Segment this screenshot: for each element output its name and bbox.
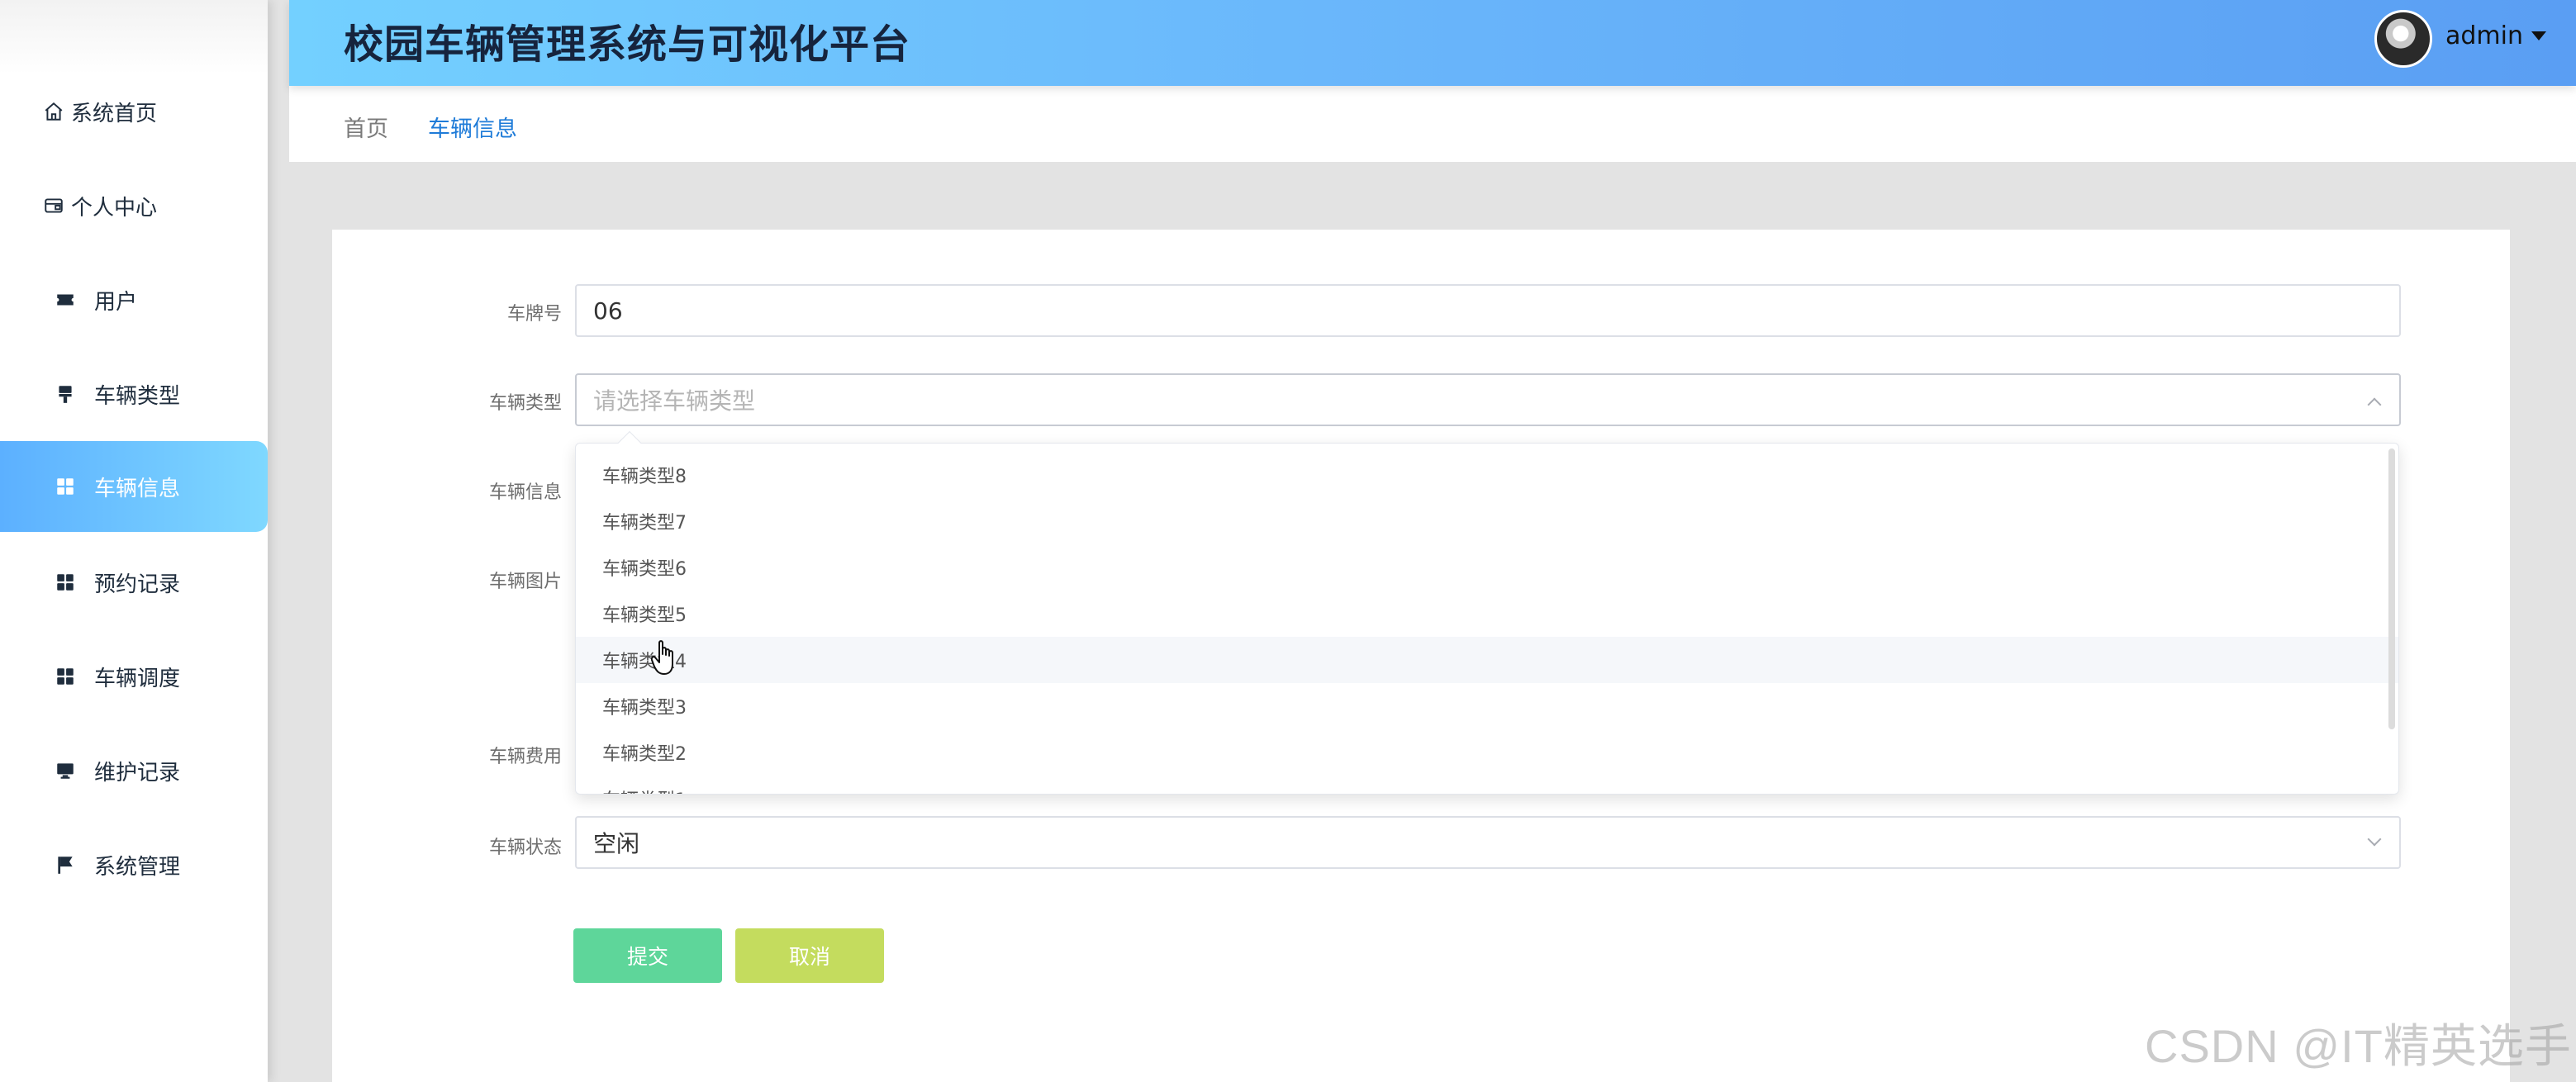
sidebar-item-profile[interactable]: 个人中心	[0, 160, 268, 251]
sidebar-item-label: 系统首页	[71, 101, 158, 126]
vehicle-type-label: 车辆类型	[488, 393, 562, 414]
vehicle-status-label: 车辆状态	[488, 838, 562, 858]
breadcrumb: 首页 车辆信息	[289, 86, 2576, 162]
monitor-icon	[53, 758, 78, 783]
top-header: 校园车辆管理系统与可视化平台 admin	[289, 0, 2576, 86]
sidebar-item-label: 车辆调度	[94, 666, 181, 691]
dropdown-option-hovered[interactable]: 车辆类型4	[576, 637, 2398, 683]
vehicle-type-select[interactable]: 请选择车辆类型	[575, 373, 2401, 426]
dropdown-option[interactable]: 车辆类型3	[576, 683, 2398, 729]
app-title: 校园车辆管理系统与可视化平台	[344, 21, 911, 68]
caret-down-icon	[2531, 31, 2546, 40]
sidebar-item-home[interactable]: 系统首页	[0, 66, 268, 157]
sidebar-item-users[interactable]: 用户	[0, 254, 268, 345]
cancel-button[interactable]: 取消	[735, 928, 884, 983]
home-icon	[41, 99, 66, 124]
sidebar: 系统首页 个人中心 用户 车辆类型 车辆信息 预约记录 车辆调度 维护记录 系统…	[0, 0, 268, 1082]
hand-cursor-icon	[651, 640, 673, 675]
dropdown-option[interactable]: 车辆类型5	[576, 591, 2398, 637]
sidebar-item-label: 系统管理	[94, 854, 181, 880]
plate-label: 车牌号	[506, 304, 562, 325]
sidebar-item-vehicle-types[interactable]: 车辆类型	[0, 349, 268, 439]
vehicle-fee-label: 车辆费用	[488, 747, 562, 767]
vehicle-status-value: 空闲	[593, 830, 640, 857]
brush-icon	[53, 382, 78, 406]
breadcrumb-current: 车辆信息	[428, 116, 517, 142]
vehicle-type-placeholder: 请选择车辆类型	[593, 387, 756, 415]
chevron-down-icon	[2367, 832, 2382, 847]
ticket-icon	[53, 287, 78, 312]
grid-icon	[53, 664, 78, 689]
grid-icon	[53, 474, 78, 499]
sidebar-item-label: 个人中心	[71, 195, 158, 221]
dropdown-option[interactable]: 车辆类型7	[576, 498, 2398, 544]
dropdown-option[interactable]: 车辆类型6	[576, 544, 2398, 591]
sidebar-item-vehicle-info[interactable]: 车辆信息	[0, 441, 268, 532]
chevron-up-icon	[2367, 397, 2382, 412]
sidebar-item-label: 维护记录	[94, 760, 181, 785]
vehicle-type-dropdown: 车辆类型8 车辆类型7 车辆类型6 车辆类型5 车辆类型4 车辆类型3 车辆类型…	[575, 443, 2399, 795]
vehicle-status-select[interactable]: 空闲	[575, 816, 2401, 869]
grid-icon	[53, 570, 78, 595]
sidebar-item-system[interactable]: 系统管理	[0, 819, 268, 910]
sidebar-item-label: 车辆信息	[94, 476, 181, 501]
dropdown-option[interactable]: 车辆类型1	[576, 776, 2398, 794]
sidebar-item-maintenance[interactable]: 维护记录	[0, 725, 268, 816]
sidebar-item-label: 车辆类型	[94, 383, 181, 409]
flag-icon	[53, 852, 78, 877]
submit-button[interactable]: 提交	[573, 928, 722, 983]
avatar[interactable]	[2374, 10, 2432, 68]
plate-input[interactable]: 06	[575, 284, 2401, 337]
sidebar-top-shade	[0, 0, 268, 74]
wallet-icon	[41, 193, 66, 218]
sidebar-item-dispatch[interactable]: 车辆调度	[0, 631, 268, 722]
sidebar-item-label: 预约记录	[94, 572, 181, 597]
breadcrumb-home[interactable]: 首页	[344, 111, 388, 143]
vehicle-info-label: 车辆信息	[488, 482, 562, 503]
dropdown-scrollbar[interactable]	[2388, 448, 2395, 729]
dropdown-option[interactable]: 车辆类型2	[576, 729, 2398, 776]
vehicle-image-label: 车辆图片	[488, 572, 562, 592]
user-menu[interactable]: admin	[2445, 21, 2546, 50]
sidebar-item-reservations[interactable]: 预约记录	[0, 537, 268, 628]
dropdown-option[interactable]: 车辆类型8	[576, 452, 2398, 498]
sidebar-item-label: 用户	[94, 289, 138, 315]
watermark: CSDN @IT精英选手	[2145, 1020, 2572, 1072]
user-name: admin	[2445, 21, 2523, 50]
